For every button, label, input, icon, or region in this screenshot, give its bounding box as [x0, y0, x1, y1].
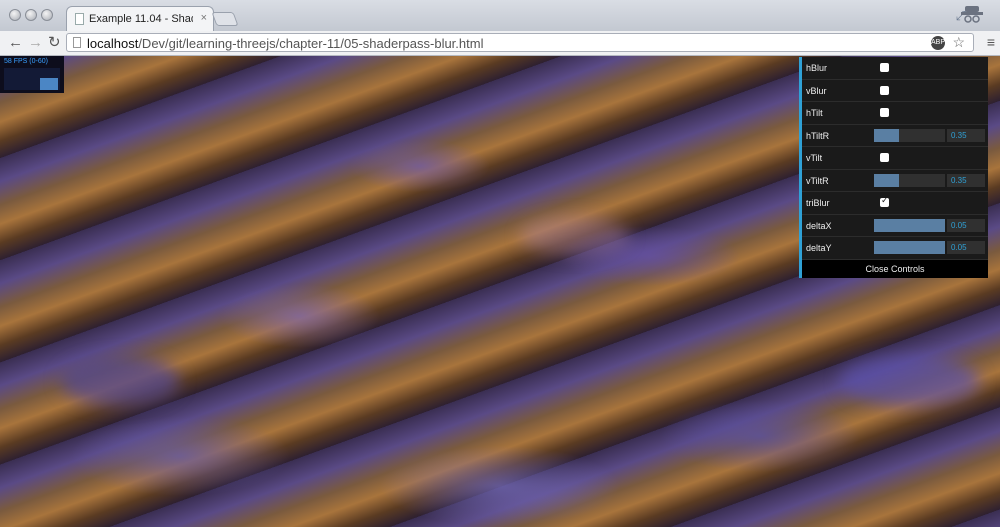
- window-zoom-button[interactable]: [41, 9, 53, 21]
- control-label: deltaY: [806, 243, 832, 253]
- back-button[interactable]: ←: [8, 34, 23, 52]
- control-row-deltaY: deltaY 0.05: [802, 237, 988, 260]
- url-text: localhost/Dev/git/learning-threejs/chapt…: [87, 36, 483, 51]
- deltaY-slider[interactable]: [874, 241, 945, 254]
- window-close-button[interactable]: [9, 9, 21, 21]
- close-controls-button[interactable]: Close Controls: [802, 259, 988, 278]
- browser-tab[interactable]: Example 11.04 - Shader P ×: [66, 6, 214, 32]
- document-icon: [73, 37, 81, 48]
- url-host: localhost: [87, 36, 139, 51]
- vBlur-checkbox[interactable]: [880, 85, 889, 95]
- address-bar[interactable]: localhost/Dev/git/learning-threejs/chapt…: [66, 33, 974, 52]
- control-label: hTiltR: [806, 130, 830, 141]
- control-label: hTilt: [806, 108, 823, 118]
- triBlur-checkbox[interactable]: [880, 195, 889, 207]
- forward-button[interactable]: →: [28, 34, 43, 52]
- control-row-vTilt: vTilt: [802, 147, 988, 170]
- scene-blob: [520, 216, 630, 256]
- control-row-deltaX: deltaX 0.05: [802, 215, 988, 237]
- scene-blob: [60, 356, 180, 406]
- browser-toolbar: ← → ↻ localhost/Dev/git/learning-threejs…: [0, 31, 1000, 56]
- controls-panel: hBlur vBlur hTilt hTiltR 0.35 vTilt vTiltR 0.35…: [799, 57, 988, 278]
- control-row-triBlur: triBlur: [802, 192, 988, 215]
- fps-graph-bar: [40, 77, 58, 90]
- scene-blob: [840, 356, 980, 406]
- hTilt-checkbox[interactable]: [880, 108, 889, 117]
- reload-button[interactable]: ↻: [48, 34, 61, 52]
- vTiltR-slider[interactable]: [874, 173, 945, 187]
- control-row-vTiltR: vTiltR 0.35: [802, 170, 988, 192]
- control-label: vBlur: [806, 85, 827, 96]
- slider-fill: [874, 218, 945, 232]
- page-icon: [75, 13, 84, 25]
- tab-close-icon[interactable]: ×: [201, 12, 207, 24]
- fps-stats[interactable]: 58 FPS (0-60): [0, 56, 64, 93]
- deltaY-value-input[interactable]: 0.05: [947, 241, 985, 254]
- fps-graph: [4, 68, 60, 90]
- control-row-hBlur: hBlur: [802, 57, 988, 80]
- fps-label: 58 FPS (0-60): [4, 58, 48, 65]
- browser-menu-icon[interactable]: ≡: [987, 34, 995, 50]
- hTiltR-slider[interactable]: [874, 128, 945, 142]
- vTilt-checkbox[interactable]: [880, 153, 889, 162]
- slider-fill: [874, 241, 945, 254]
- hBlur-checkbox[interactable]: [880, 63, 889, 72]
- control-row-hTiltR: hTiltR 0.35: [802, 125, 988, 147]
- deltaX-value-input[interactable]: 0.05: [947, 218, 985, 232]
- control-label: vTilt: [806, 153, 823, 163]
- browser-tab-bar: Example 11.04 - Shader P × ⤢: [0, 0, 1000, 32]
- control-label: triBlur: [806, 198, 830, 208]
- control-row-vBlur: vBlur: [802, 80, 988, 102]
- url-path: /Dev/git/learning-threejs/chapter-11/05-…: [138, 36, 484, 51]
- control-label: deltaX: [806, 220, 832, 231]
- vTiltR-value-input[interactable]: 0.35: [947, 173, 985, 187]
- slider-fill: [874, 128, 899, 142]
- hTiltR-value-input[interactable]: 0.35: [947, 128, 985, 142]
- window-minimize-button[interactable]: [25, 9, 37, 21]
- tab-title: Example 11.04 - Shader P: [89, 13, 193, 25]
- incognito-icon: [961, 6, 983, 23]
- control-label: hBlur: [806, 63, 828, 73]
- new-tab-button[interactable]: [211, 12, 239, 26]
- control-label: vTiltR: [806, 175, 829, 186]
- adblock-icon[interactable]: ABP: [931, 36, 945, 50]
- control-row-hTilt: hTilt: [802, 102, 988, 125]
- deltaX-slider[interactable]: [874, 218, 945, 232]
- slider-fill: [874, 173, 899, 187]
- bookmark-star-icon[interactable]: ☆: [952, 34, 965, 51]
